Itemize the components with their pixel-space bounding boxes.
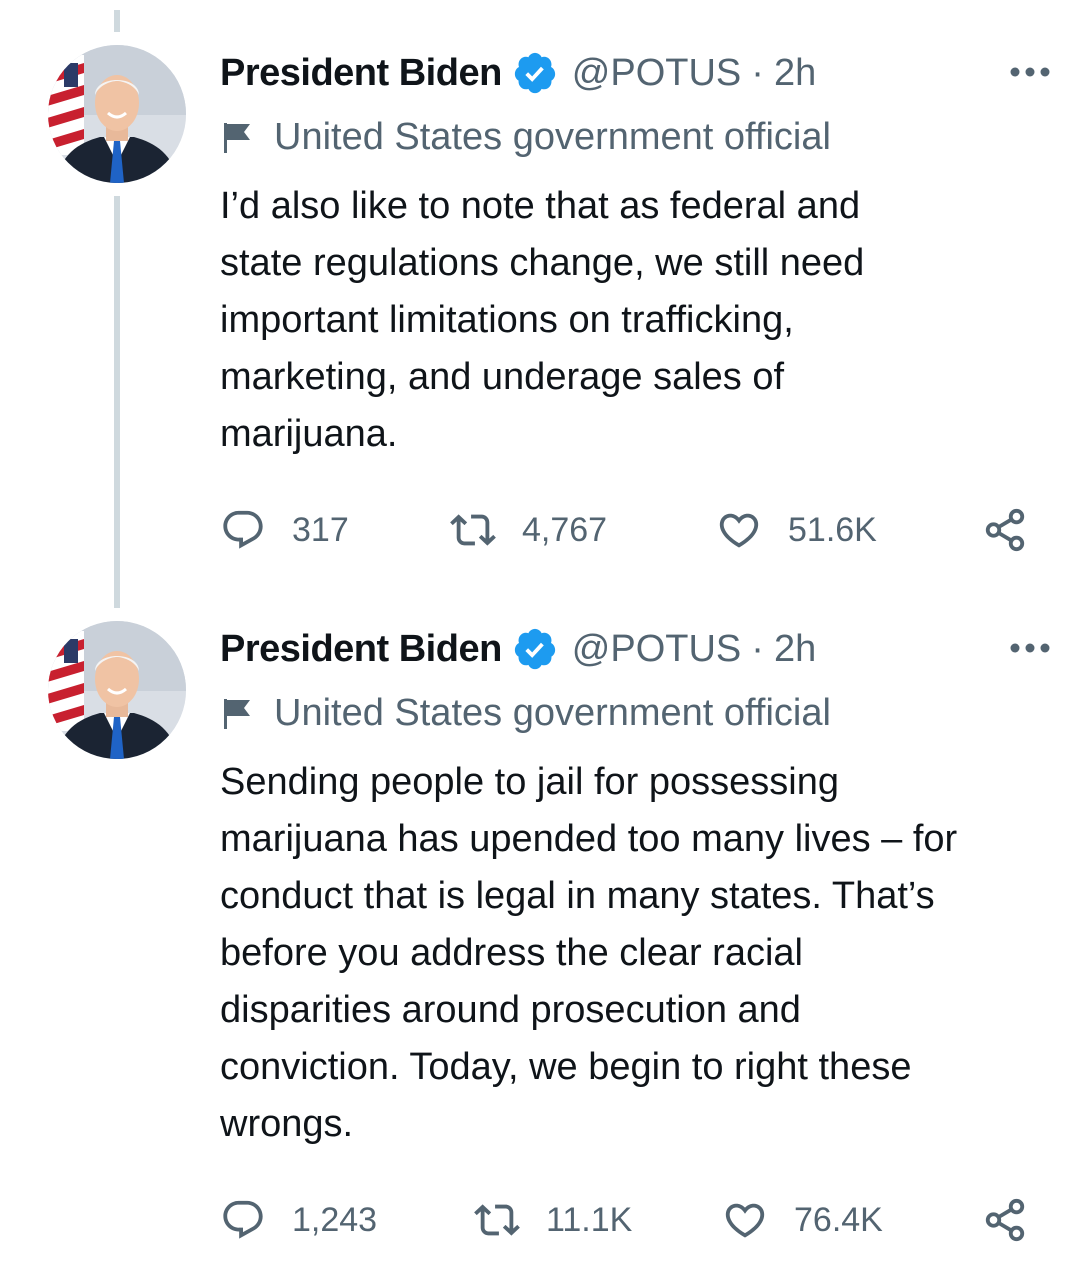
separator-dot: · bbox=[751, 51, 764, 94]
share-button[interactable] bbox=[982, 505, 1028, 555]
reply-icon bbox=[220, 1197, 266, 1243]
retweet-button[interactable]: 4,767 bbox=[450, 505, 607, 555]
separator-dot: · bbox=[751, 627, 764, 670]
tweet-text-line: before you address the clear racial bbox=[220, 932, 803, 974]
avatar[interactable] bbox=[48, 621, 186, 759]
portrait-image bbox=[48, 621, 186, 759]
flag-icon bbox=[220, 696, 256, 732]
retweet-icon bbox=[474, 1197, 520, 1243]
like-button[interactable]: 51.6K bbox=[716, 505, 877, 555]
affiliation-text: United States government official bbox=[274, 116, 831, 158]
like-count: 51.6K bbox=[788, 510, 877, 549]
reply-button[interactable]: 317 bbox=[220, 505, 349, 555]
avatar[interactable] bbox=[48, 45, 186, 183]
affiliation-label[interactable]: United States government official bbox=[220, 692, 831, 735]
share-icon bbox=[982, 1197, 1028, 1243]
tweet-content: President Biden @POTUS · 2h United State… bbox=[220, 48, 1050, 568]
like-count: 76.4K bbox=[794, 1200, 883, 1239]
share-icon bbox=[982, 507, 1028, 553]
author-name[interactable]: President Biden bbox=[220, 52, 502, 95]
tweet-timestamp[interactable]: 2h bbox=[774, 628, 816, 671]
reply-count: 317 bbox=[292, 510, 349, 549]
retweet-count: 11.1K bbox=[546, 1200, 633, 1239]
reply-button[interactable]: 1,243 bbox=[220, 1195, 377, 1245]
heart-icon bbox=[722, 1197, 768, 1243]
reply-icon bbox=[220, 507, 266, 553]
author-name[interactable]: President Biden bbox=[220, 628, 502, 671]
heart-icon bbox=[716, 507, 762, 553]
tweet-content: President Biden @POTUS · 2h United State… bbox=[220, 624, 1050, 1264]
author-handle[interactable]: @POTUS bbox=[572, 52, 741, 95]
like-button[interactable]: 76.4K bbox=[722, 1195, 883, 1245]
more-options-icon[interactable] bbox=[1006, 52, 1054, 92]
verified-badge-icon bbox=[512, 626, 558, 672]
flag-icon bbox=[220, 120, 256, 156]
tweet-text-line: Sending people to jail for possessing bbox=[220, 761, 839, 803]
tweet-text-line: disparities around prosecution and bbox=[220, 989, 801, 1031]
tweet-timestamp[interactable]: 2h bbox=[774, 52, 816, 95]
tweet-text-line: marijuana has upended too many lives – f… bbox=[220, 818, 958, 860]
tweet-text-line: important limitations on trafficking, bbox=[220, 299, 794, 341]
verified-badge-icon bbox=[512, 50, 558, 96]
portrait-image bbox=[48, 45, 186, 183]
retweet-count: 4,767 bbox=[522, 510, 608, 549]
tweet-text-line: conviction. Today, we begin to right the… bbox=[220, 1046, 912, 1088]
retweet-icon bbox=[450, 507, 496, 553]
tweet-header: President Biden @POTUS · 2h bbox=[220, 48, 1050, 98]
affiliation-label[interactable]: United States government official bbox=[220, 116, 831, 159]
tweet-text-line: I’d also like to note that as federal an… bbox=[220, 185, 861, 227]
share-button[interactable] bbox=[982, 1195, 1028, 1245]
tweet-text-line: state regulations change, we still need bbox=[220, 242, 865, 284]
reply-count: 1,243 bbox=[292, 1200, 378, 1239]
tweet-text: Sending people to jail for possessing ma… bbox=[220, 754, 1040, 1153]
author-handle[interactable]: @POTUS bbox=[572, 628, 741, 671]
tweet[interactable]: President Biden @POTUS · 2h United State… bbox=[0, 610, 1080, 1275]
tweet-text: I’d also like to note that as federal an… bbox=[220, 178, 1040, 463]
tweet-header: President Biden @POTUS · 2h bbox=[220, 624, 1050, 674]
tweet-actions: 317 4,767 51.6K bbox=[220, 505, 1040, 555]
tweet-text-line: marketing, and underage sales of bbox=[220, 356, 785, 398]
affiliation-text: United States government official bbox=[274, 692, 831, 734]
tweet[interactable]: President Biden @POTUS · 2h United State… bbox=[0, 0, 1080, 610]
retweet-button[interactable]: 11.1K bbox=[474, 1195, 632, 1245]
tweet-text-line: conduct that is legal in many states. Th… bbox=[220, 875, 935, 917]
tweet-text-line: wrongs. bbox=[220, 1103, 354, 1145]
tweet-text-line: marijuana. bbox=[220, 413, 398, 455]
tweet-actions: 1,243 11.1K 76.4K bbox=[220, 1195, 1040, 1245]
more-options-icon[interactable] bbox=[1006, 628, 1054, 668]
